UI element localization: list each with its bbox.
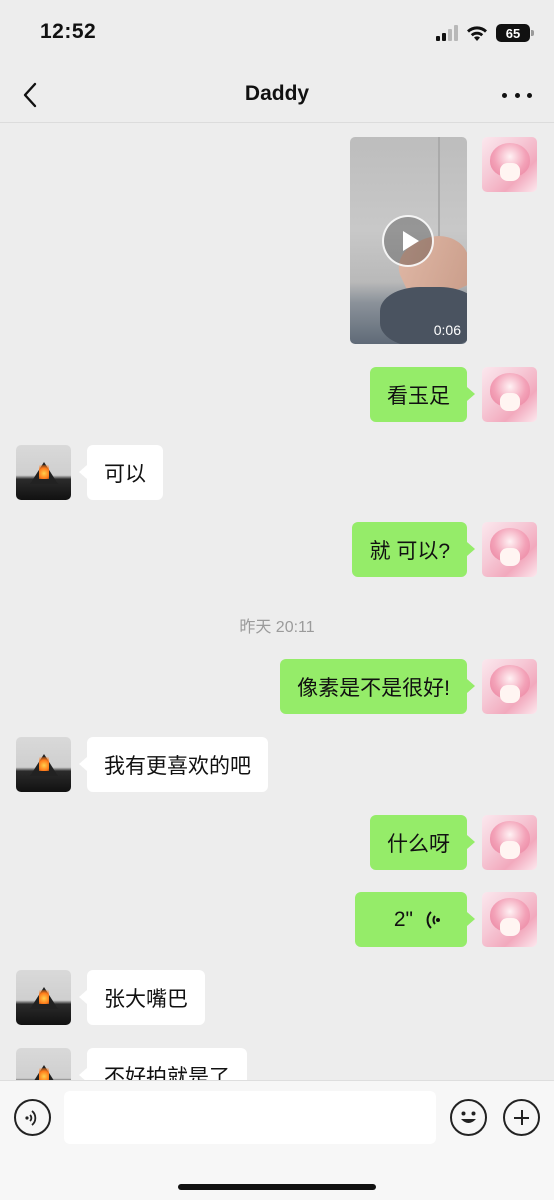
message-timestamp: 昨天 20:11 — [239, 619, 315, 636]
plus-button[interactable] — [503, 1099, 540, 1136]
voice-message-bubble[interactable]: 2" — [355, 892, 475, 947]
cellular-signal-icon — [436, 25, 458, 41]
voice-input-icon — [24, 1109, 36, 1126]
my-avatar[interactable] — [482, 892, 537, 947]
message-row: 看玉足 — [0, 367, 554, 422]
status-bar: 12:52 65 — [0, 0, 554, 68]
contact-avatar[interactable] — [16, 1048, 71, 1080]
battery-icon: 65 — [496, 24, 534, 42]
contact-message-bubble[interactable]: 张大嘴巴 — [79, 970, 205, 1025]
my-avatar[interactable] — [482, 815, 537, 870]
message-row: 0:06 — [0, 123, 554, 353]
status-time: 12:52 — [40, 20, 97, 43]
emoji-button[interactable] — [450, 1099, 487, 1136]
contact-message-bubble[interactable]: 不好拍就是了 — [79, 1048, 247, 1080]
video-message[interactable]: 0:06 — [350, 137, 467, 344]
wifi-icon — [467, 25, 487, 41]
voice-input-button[interactable] — [14, 1099, 51, 1136]
voice-wave-icon — [426, 910, 440, 929]
my-avatar[interactable] — [482, 659, 537, 714]
contact-message-bubble[interactable]: 我有更喜欢的吧 — [79, 737, 268, 792]
more-dots-icon — [502, 92, 507, 98]
my-message-bubble[interactable]: 什么呀 — [370, 815, 475, 870]
message-row: 像素是不是很好! — [0, 659, 554, 714]
chat-messages[interactable]: 0:06 看玉足 可以 就 可以? 昨天 20:11 像素是不是很好! 我有更喜… — [0, 123, 554, 1080]
home-indicator — [178, 1184, 376, 1190]
status-icons: 65 — [436, 22, 534, 44]
emoji-icon — [461, 1111, 476, 1123]
message-row: 什么呀 — [0, 815, 554, 870]
contact-message-bubble[interactable]: 可以 — [79, 445, 163, 500]
message-row: 2" — [0, 892, 554, 947]
message-input[interactable] — [64, 1091, 436, 1144]
message-row: 可以 — [0, 445, 554, 500]
chat-header: Daddy — [0, 68, 554, 122]
my-message-bubble[interactable]: 像素是不是很好! — [280, 659, 475, 714]
my-message-bubble[interactable]: 就 可以? — [352, 522, 475, 577]
my-avatar[interactable] — [482, 522, 537, 577]
message-row: 张大嘴巴 — [0, 970, 554, 1025]
input-bar — [0, 1080, 554, 1200]
contact-avatar[interactable] — [16, 970, 71, 1025]
my-avatar[interactable] — [482, 137, 537, 192]
my-avatar[interactable] — [482, 367, 537, 422]
more-options-button[interactable] — [502, 82, 532, 108]
message-row: 我有更喜欢的吧 — [0, 737, 554, 792]
contact-avatar[interactable] — [16, 445, 71, 500]
contact-avatar[interactable] — [16, 737, 71, 792]
my-message-bubble[interactable]: 看玉足 — [370, 367, 475, 422]
play-icon[interactable] — [382, 215, 434, 267]
message-row: 不好拍就是了 — [0, 1048, 554, 1080]
voice-duration: 2" — [393, 907, 413, 931]
chat-title: Daddy — [244, 82, 310, 105]
video-duration: 0:06 — [433, 322, 461, 338]
message-row: 就 可以? — [0, 522, 554, 577]
